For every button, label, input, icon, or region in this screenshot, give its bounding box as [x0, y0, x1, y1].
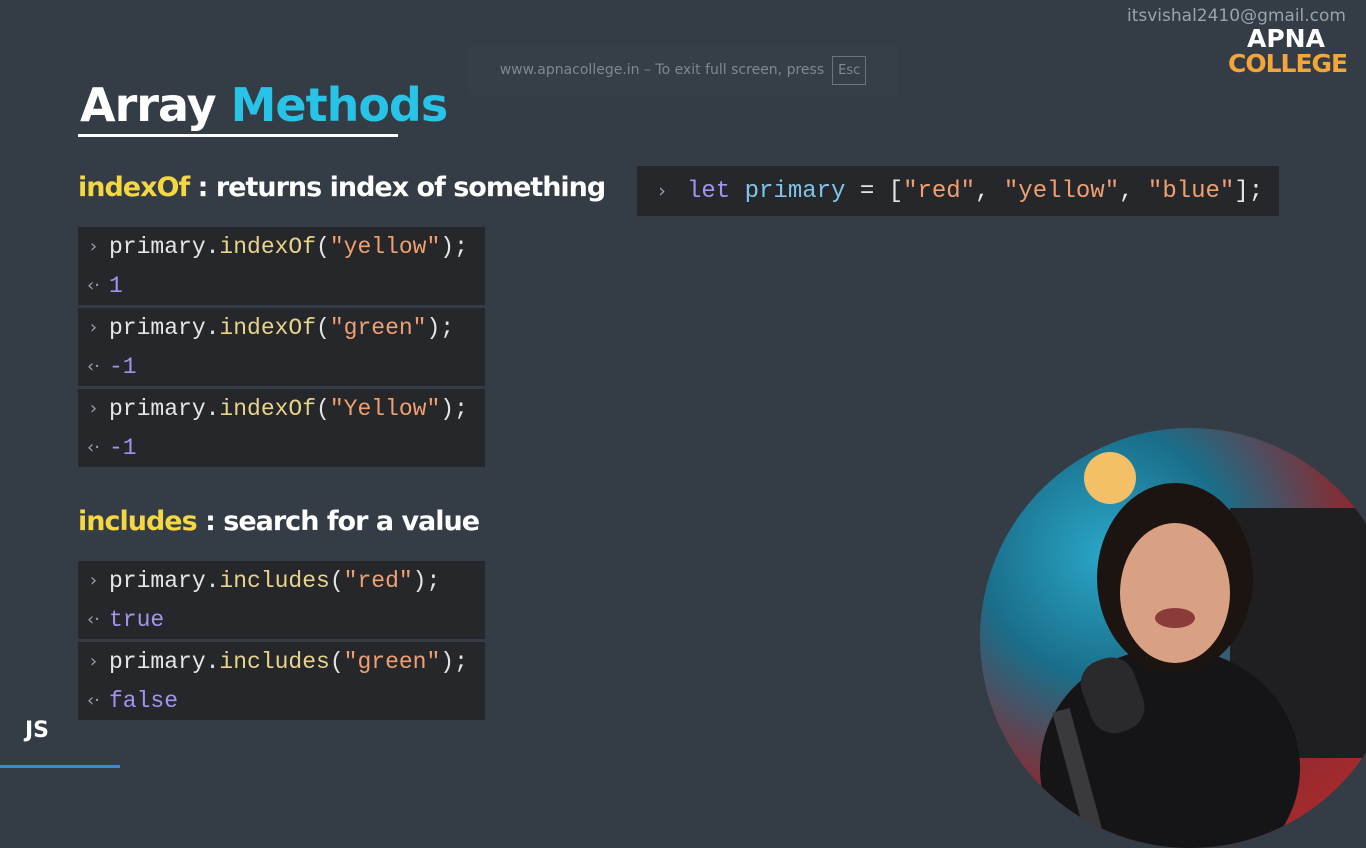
code-object: primary.: [109, 233, 220, 260]
fullscreen-notice: www.apnacollege.in – To exit full screen…: [468, 45, 898, 95]
includes-keyword: includes: [78, 506, 198, 537]
code-line-output: ‹· true: [78, 600, 485, 639]
code-result: -1: [109, 353, 137, 380]
return-arrow-icon: ‹·: [87, 275, 100, 296]
chevron-right-icon: ›: [89, 570, 98, 591]
code-object: primary.: [109, 567, 220, 594]
code-string: "blue": [1147, 177, 1235, 205]
code-string: "red": [343, 567, 413, 594]
code-paren: );: [412, 567, 441, 594]
code-paren: (: [329, 567, 344, 594]
indexof-keyword: indexOf: [78, 172, 190, 203]
indexof-code-block: › primary. indexOf("yellow"); ‹· 1 › primary…: [78, 227, 485, 467]
code-string: "Yellow": [329, 395, 441, 422]
slide-title: Array Methods: [80, 78, 449, 132]
array-declaration-code: › let primary = ["red", "yellow", "blue"]…: [637, 166, 1279, 216]
code-terminator: ];: [1234, 177, 1264, 205]
includes-heading: includes : search for a value: [78, 506, 480, 537]
indexof-heading: indexOf : returns index of something: [78, 172, 607, 203]
code-keyword: let: [687, 177, 731, 205]
code-paren: (: [316, 233, 330, 260]
code-comma: ,: [1119, 177, 1148, 205]
code-line-output: ‹· -1: [78, 428, 485, 467]
includes-description: : search for a value: [196, 506, 480, 537]
code-result: 1: [109, 272, 123, 299]
code-result: false: [109, 687, 179, 714]
includes-code-block: › primary. includes("red"); ‹· true › primar…: [78, 561, 485, 720]
return-arrow-icon: ‹·: [87, 437, 100, 458]
code-line-input: › primary. includes("green");: [78, 642, 485, 681]
code-paren: (: [329, 648, 344, 675]
esc-key[interactable]: Esc: [832, 55, 867, 85]
code-string: "red": [903, 177, 976, 205]
code-object: primary.: [109, 395, 220, 422]
code-object: primary.: [109, 648, 220, 675]
code-object: primary.: [109, 314, 220, 341]
code-line-input: › primary. indexOf("Yellow");: [78, 389, 485, 428]
code-method: indexOf: [219, 314, 317, 341]
return-arrow-icon: ‹·: [87, 690, 100, 711]
return-arrow-icon: ‹·: [87, 609, 100, 630]
logo-text-apna: APNA: [1247, 24, 1325, 53]
return-arrow-icon: ‹·: [87, 356, 100, 377]
code-string: "yellow": [1003, 177, 1120, 205]
code-result: true: [109, 606, 165, 633]
code-paren: );: [426, 314, 455, 341]
code-method: includes: [219, 567, 330, 594]
title-word-methods: Methods: [230, 78, 449, 132]
apna-college-logo: APNA COLLEGE: [1228, 24, 1348, 78]
chevron-right-icon: ›: [89, 317, 98, 338]
code-method: indexOf: [219, 233, 317, 260]
code-string: "yellow": [329, 233, 441, 260]
code-paren: );: [440, 648, 468, 675]
code-operator: = [: [845, 177, 904, 205]
code-paren: );: [440, 395, 468, 422]
presenter-illustration: [1040, 452, 1366, 848]
fullscreen-notice-text: www.apnacollege.in – To exit full screen…: [499, 62, 825, 78]
indexof-description: : returns index of something: [189, 172, 607, 203]
code-variable: primary: [744, 177, 846, 205]
chevron-right-icon: ›: [89, 398, 98, 419]
code-method: indexOf: [219, 395, 317, 422]
code-line-input: › primary. includes("red");: [78, 561, 485, 600]
code-paren: (: [316, 395, 330, 422]
code-line-output: ‹· 1: [78, 266, 485, 305]
code-string: "green": [343, 648, 441, 675]
chevron-right-icon: ›: [658, 180, 666, 202]
code-line-output: ‹· false: [78, 681, 485, 720]
email-label: itsvishal2410@gmail.com: [1127, 6, 1346, 26]
title-word-array: Array: [80, 78, 217, 132]
code-line-output: ‹· -1: [78, 347, 485, 386]
code-line-input: › primary. indexOf("yellow");: [78, 227, 485, 266]
presenter-video: [980, 428, 1366, 848]
code-line-input: › primary. indexOf("green");: [78, 308, 485, 347]
title-underline: [78, 134, 398, 137]
code-result: -1: [109, 434, 137, 461]
code-paren: (: [316, 314, 330, 341]
code-comma: ,: [975, 177, 1004, 205]
js-label: JS: [25, 718, 50, 743]
code-paren: );: [440, 233, 468, 260]
logo-text-college: COLLEGE: [1228, 49, 1348, 78]
code-string: "green": [329, 314, 427, 341]
chevron-right-icon: ›: [89, 651, 98, 672]
chevron-right-icon: ›: [89, 236, 98, 257]
code-method: includes: [219, 648, 330, 675]
